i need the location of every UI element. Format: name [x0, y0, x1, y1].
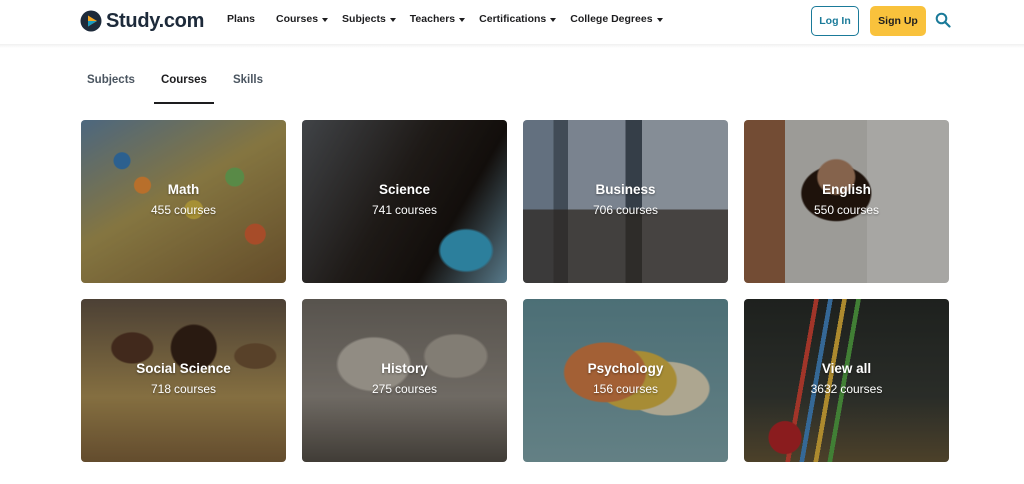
- card-english[interactable]: English 550 courses: [744, 120, 949, 283]
- card-title: Social Science: [136, 361, 231, 376]
- play-logo-icon: [80, 10, 102, 32]
- site-header: Study.com Plans Courses Subjects Teacher…: [0, 0, 1024, 44]
- tab-subjects-label: Subjects: [87, 74, 135, 86]
- login-button[interactable]: Log In: [811, 6, 859, 36]
- search-icon[interactable]: [935, 12, 951, 28]
- card-course-count: 550 courses: [813, 203, 880, 217]
- card-title: English: [822, 182, 871, 197]
- nav-teachers-label: Teachers: [409, 13, 456, 25]
- card-title: Math: [167, 182, 200, 197]
- card-view-all[interactable]: View all 3632 courses: [744, 299, 949, 462]
- card-title: View all: [821, 361, 872, 376]
- card-course-count: 741 courses: [371, 203, 438, 217]
- nav-certifications-label: Certifications: [479, 13, 547, 25]
- chevron-down-icon: [322, 17, 329, 22]
- signup-button[interactable]: Sign Up: [870, 6, 926, 36]
- nav-college-degrees-label: College Degrees: [570, 13, 653, 25]
- chevron-down-icon: [389, 17, 396, 22]
- card-course-count: 455 courses: [150, 203, 217, 217]
- tab-courses[interactable]: Courses: [153, 74, 214, 104]
- card-history[interactable]: History 275 courses: [302, 299, 507, 462]
- card-course-count: 275 courses: [371, 382, 438, 396]
- card-title: History: [381, 361, 428, 376]
- nav-subjects[interactable]: Subjects: [342, 13, 396, 25]
- brand-name: Study.com: [106, 9, 205, 32]
- card-course-count: 706 courses: [592, 203, 659, 217]
- tab-skills-label: Skills: [232, 74, 264, 86]
- nav-college-degrees[interactable]: College Degrees: [570, 13, 663, 25]
- tab-skills[interactable]: Skills: [226, 74, 270, 104]
- card-business[interactable]: Business 706 courses: [523, 120, 728, 283]
- nav-certifications[interactable]: Certifications: [479, 13, 557, 25]
- chevron-down-icon: [656, 17, 663, 22]
- main-nav: Plans Courses Subjects Teachers Certific…: [227, 13, 677, 25]
- nav-teachers[interactable]: Teachers: [409, 13, 466, 25]
- card-course-count: 3632 courses: [810, 382, 883, 396]
- header-divider: [0, 44, 1024, 48]
- nav-subjects-label: Subjects: [342, 13, 386, 25]
- nav-courses[interactable]: Courses: [276, 13, 329, 25]
- card-course-count: 156 courses: [592, 382, 659, 396]
- tab-courses-label: Courses: [160, 74, 207, 86]
- category-tabs: Subjects Courses Skills: [80, 74, 282, 104]
- nav-plans-label: Plans: [227, 13, 256, 25]
- card-course-count: 718 courses: [150, 382, 217, 396]
- nav-courses-label: Courses: [276, 13, 319, 25]
- nav-plans[interactable]: Plans: [227, 13, 255, 25]
- tab-subjects[interactable]: Subjects: [80, 74, 142, 104]
- card-social-science[interactable]: Social Science 718 courses: [81, 299, 286, 462]
- card-title: Science: [378, 182, 431, 197]
- chevron-down-icon: [550, 17, 557, 22]
- card-math[interactable]: Math 455 courses: [81, 120, 286, 283]
- card-title: Psychology: [587, 361, 664, 376]
- card-psychology[interactable]: Psychology 156 courses: [523, 299, 728, 462]
- card-title: Business: [595, 182, 656, 197]
- card-science[interactable]: Science 741 courses: [302, 120, 507, 283]
- chevron-down-icon: [459, 17, 466, 22]
- study-logo[interactable]: Study.com: [80, 8, 204, 34]
